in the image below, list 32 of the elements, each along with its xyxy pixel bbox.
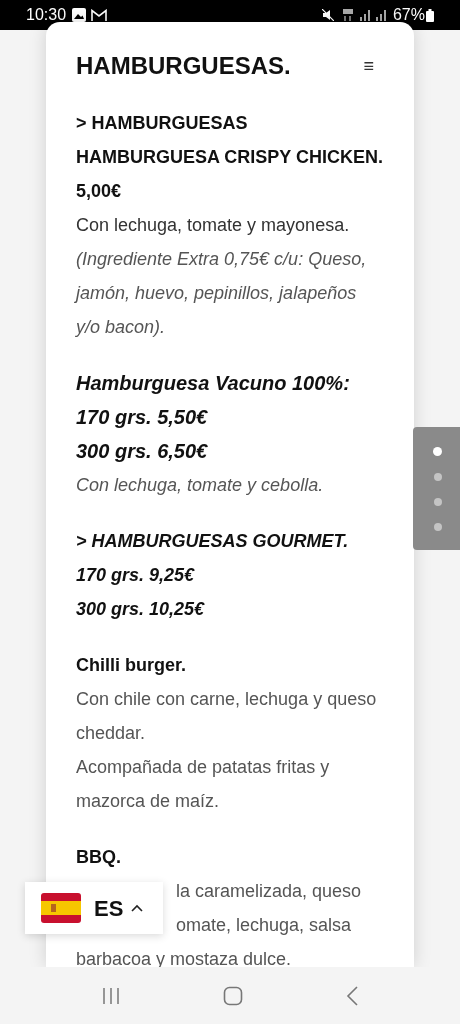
price-line: 300 grs. 10,25€	[76, 598, 206, 621]
menu-heading: 5,00€	[76, 180, 123, 203]
description-text: Con lechuga, tomate y mayonesa.	[76, 214, 351, 237]
language-code: ES	[94, 894, 124, 923]
language-selector[interactable]: ES	[25, 882, 163, 934]
back-icon[interactable]	[345, 985, 359, 1006]
battery-percent: 67%	[392, 5, 425, 25]
recent-apps-icon[interactable]	[101, 986, 121, 1005]
price-heading: 170 grs. 5,50€	[76, 405, 209, 430]
menu-heading: > HAMBURGUESAS	[76, 112, 249, 135]
note-text: (Ingrediente Extra 0,75€ c/u: Queso, jamón, huevo, pepinillos, jalapeños y/o bacon).	[76, 248, 368, 339]
description-text: omate, lechuga, salsa	[176, 914, 352, 937]
battery-icon	[426, 8, 434, 22]
signal-icon	[375, 9, 388, 21]
menu-button[interactable]: ≡	[363, 52, 374, 80]
description-text: la caramelizada, queso	[176, 880, 362, 903]
price-heading: Hamburguesa Vacuno 100%:	[76, 371, 351, 396]
home-icon[interactable]	[223, 985, 243, 1006]
caret-up-icon	[131, 904, 144, 912]
price-heading: 300 grs. 6,50€	[76, 439, 209, 464]
description-text: Con chile con carne, lechuga y queso cheddar.	[76, 688, 378, 745]
signal-icon	[359, 9, 372, 21]
note-text: Con lechuga, tomate y cebolla.	[76, 474, 325, 497]
menu-heading: Chilli burger.	[76, 654, 187, 677]
menu-heading: HAMBURGUESA CRISPY CHICKEN.	[76, 146, 385, 169]
spain-flag-icon	[41, 893, 81, 923]
price-line: 170 grs. 9,25€	[76, 564, 196, 587]
menu-heading: BBQ.	[76, 846, 122, 869]
page-title: HAMBURGUESAS.	[76, 51, 291, 81]
status-time: 10:30	[26, 5, 67, 25]
description-text: Acompañada de patatas fritas y mazorca de maíz.	[76, 756, 331, 813]
price-line: > HAMBURGUESAS GOURMET.	[76, 530, 350, 553]
